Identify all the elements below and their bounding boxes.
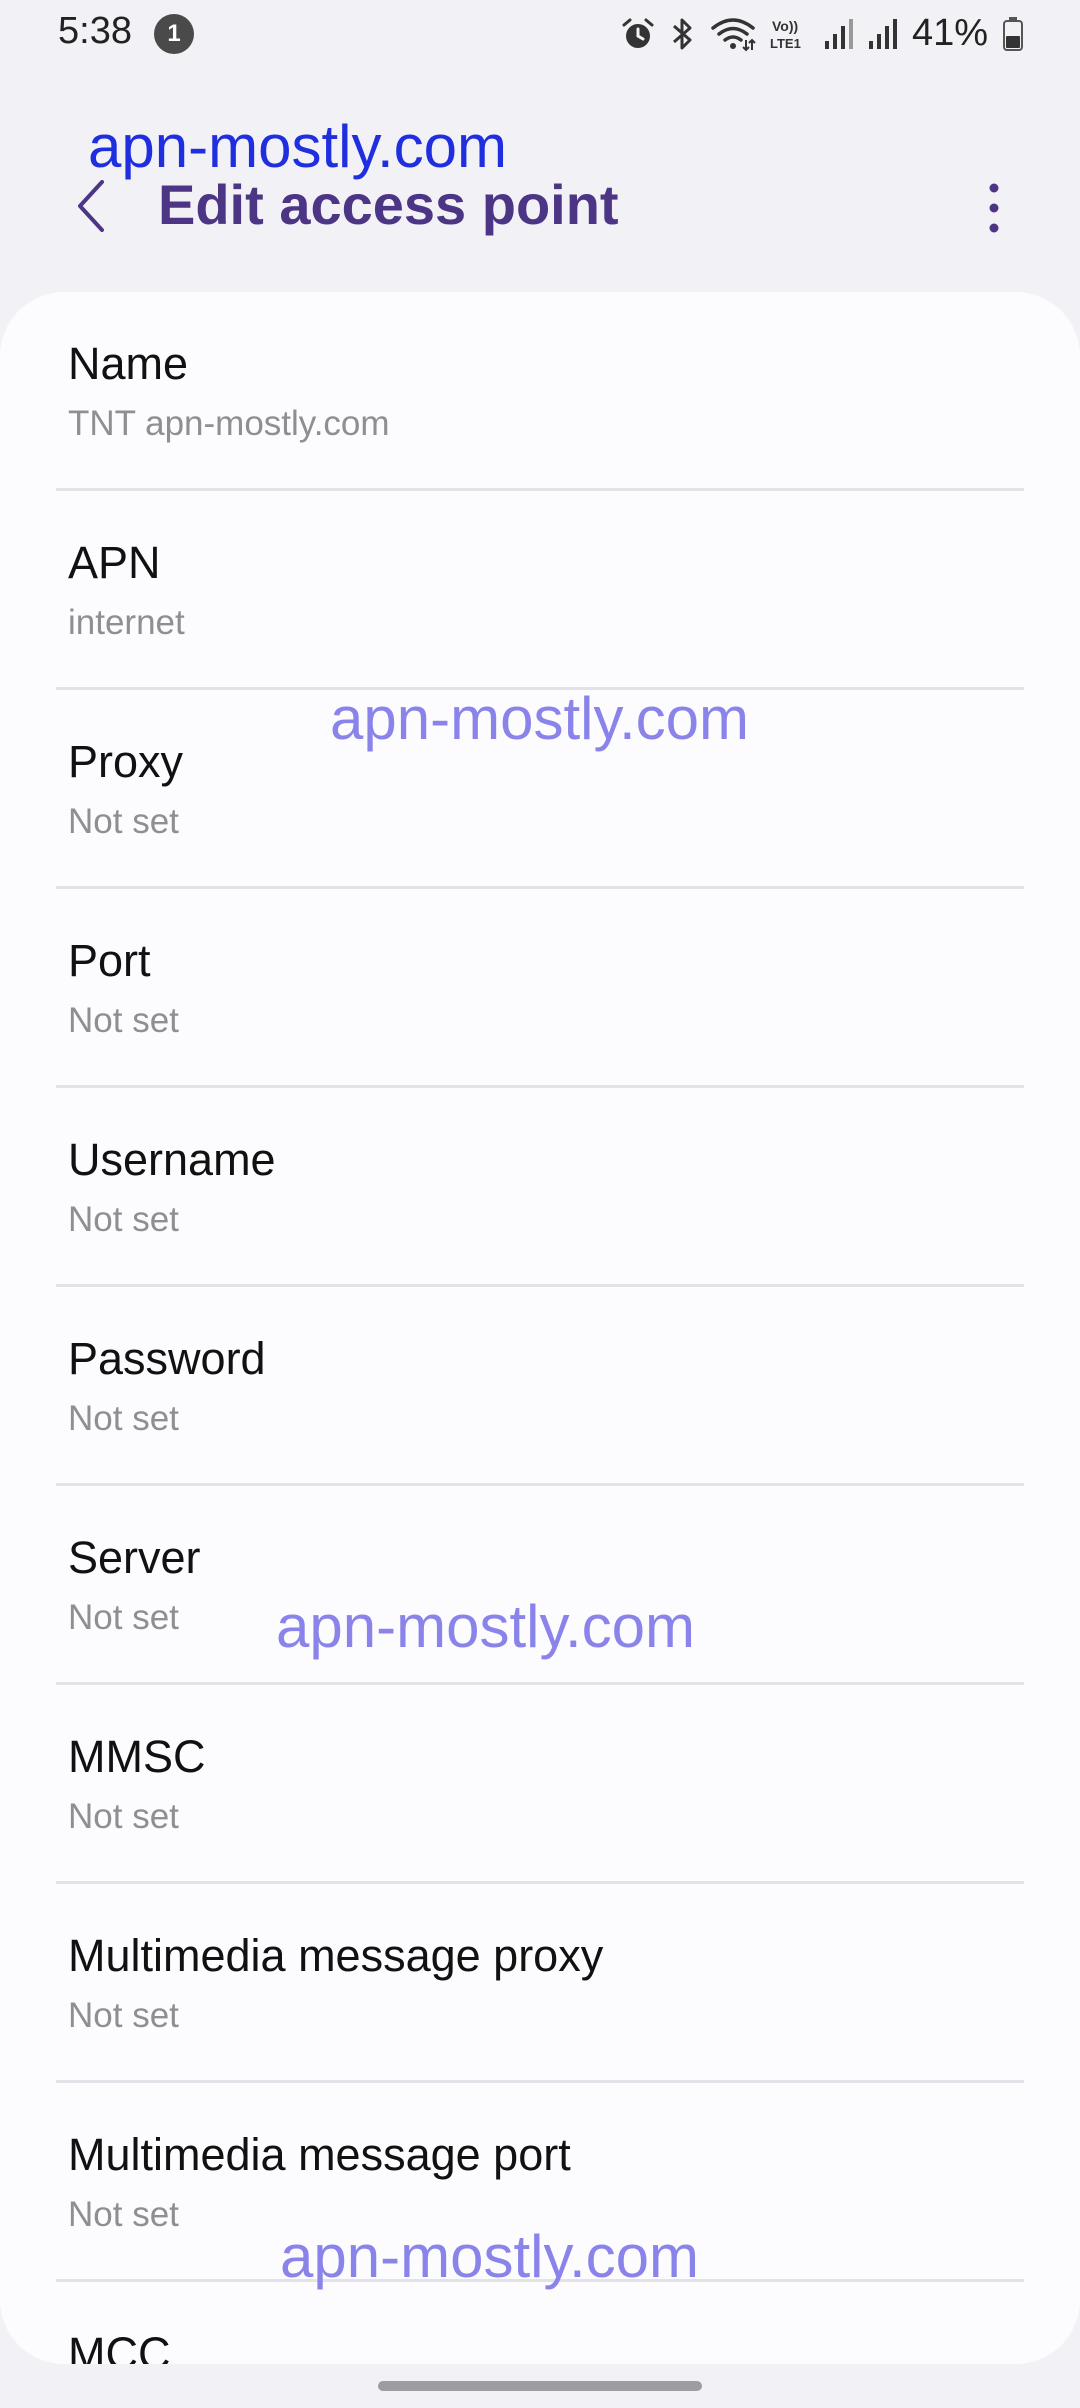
setting-mms-proxy[interactable]: Multimedia message proxy Not set bbox=[56, 1884, 1024, 2083]
signal-icon bbox=[868, 18, 897, 49]
signal-icon bbox=[824, 18, 853, 49]
status-bar: 5:38 1 Vo)) LTE1 41% bbox=[0, 0, 1080, 68]
battery-icon bbox=[1003, 16, 1023, 51]
volte-bottom-text: LTE1 bbox=[770, 36, 801, 51]
setting-apn[interactable]: APN internet bbox=[56, 491, 1024, 690]
setting-value: Not set bbox=[68, 1200, 179, 1239]
setting-value: Not set bbox=[68, 1996, 179, 2035]
setting-label: Username bbox=[68, 1134, 276, 1185]
setting-label: MMSC bbox=[68, 1731, 206, 1782]
setting-label: Password bbox=[68, 1333, 266, 1384]
wifi-icon bbox=[711, 17, 756, 51]
setting-label: APN bbox=[68, 537, 161, 588]
settings-card: Name TNT apn-mostly.com APN internet Pro… bbox=[0, 292, 1080, 2364]
setting-value: TNT apn-mostly.com bbox=[68, 404, 390, 443]
setting-label: Multimedia message proxy bbox=[68, 1930, 604, 1981]
setting-value: Not set bbox=[68, 1598, 179, 1637]
setting-value: Not set bbox=[68, 802, 179, 841]
setting-label: MCC bbox=[68, 2328, 171, 2364]
setting-value: Not set bbox=[68, 1797, 179, 1836]
status-time: 5:38 bbox=[58, 10, 132, 52]
setting-name[interactable]: Name TNT apn-mostly.com bbox=[56, 292, 1024, 491]
setting-server[interactable]: Server Not set bbox=[56, 1486, 1024, 1685]
app-bar: Edit access point bbox=[0, 150, 1080, 262]
status-icons: Vo)) LTE1 41% bbox=[620, 12, 1024, 55]
page-title: Edit access point bbox=[158, 173, 619, 236]
bluetooth-icon bbox=[672, 18, 692, 49]
home-indicator[interactable] bbox=[378, 2381, 702, 2391]
setting-label: Proxy bbox=[68, 736, 184, 787]
setting-password[interactable]: Password Not set bbox=[56, 1287, 1024, 1486]
alarm-icon bbox=[622, 18, 654, 48]
setting-label: Name bbox=[68, 338, 189, 389]
volte-top-text: Vo)) bbox=[772, 18, 798, 34]
setting-label: Port bbox=[68, 935, 151, 986]
setting-mcc[interactable]: MCC bbox=[56, 2282, 1024, 2364]
setting-username[interactable]: Username Not set bbox=[56, 1088, 1024, 1287]
setting-value: Not set bbox=[68, 2195, 179, 2234]
battery-percent: 41% bbox=[911, 12, 988, 54]
setting-mmsc[interactable]: MMSC Not set bbox=[56, 1685, 1024, 1884]
more-options-button[interactable] bbox=[958, 172, 1030, 244]
setting-value: internet bbox=[68, 603, 185, 642]
setting-value: Not set bbox=[68, 1001, 179, 1040]
setting-label: Multimedia message port bbox=[68, 2129, 571, 2180]
setting-port[interactable]: Port Not set bbox=[56, 889, 1024, 1088]
volte-icon: Vo)) LTE1 bbox=[770, 18, 801, 51]
setting-proxy[interactable]: Proxy Not set bbox=[56, 690, 1024, 889]
setting-label: Server bbox=[68, 1532, 201, 1583]
chevron-left-icon bbox=[78, 180, 104, 232]
setting-value: Not set bbox=[68, 1399, 179, 1438]
more-vertical-icon bbox=[989, 183, 999, 233]
setting-mms-port[interactable]: Multimedia message port Not set bbox=[56, 2083, 1024, 2282]
back-button[interactable] bbox=[56, 170, 128, 242]
notification-badge: 1 bbox=[154, 14, 194, 54]
